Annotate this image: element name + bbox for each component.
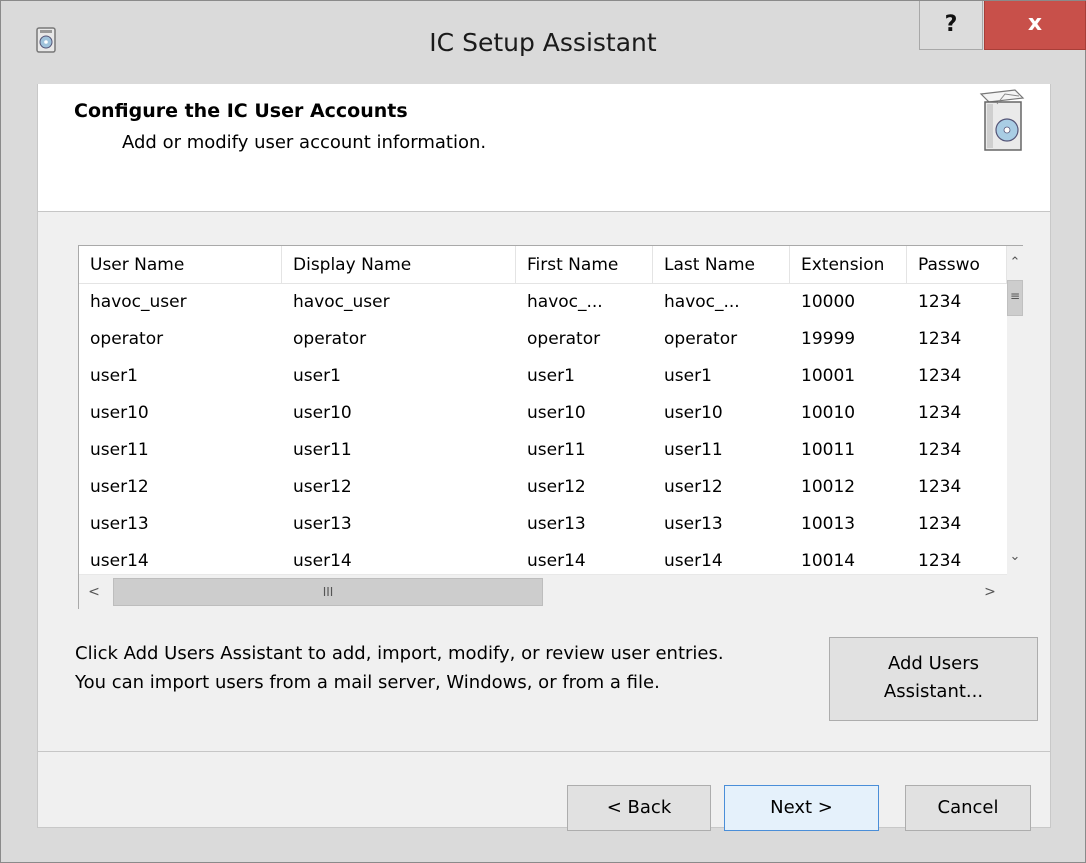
help-button[interactable]: ? (919, 1, 983, 50)
cell-display-name: havoc_user (293, 292, 390, 312)
table-row[interactable]: user14 user14 user14 user14 10014 1234 (79, 543, 1007, 574)
next-button[interactable]: Next > (724, 785, 879, 831)
cell-extension: 10012 (801, 477, 856, 497)
table-row[interactable]: user1 user1 user1 user1 10001 1234 (79, 358, 1007, 395)
cell-first-name: user13 (527, 514, 586, 534)
cell-password: 1234 (918, 403, 962, 423)
cell-user-name: user1 (90, 366, 138, 386)
close-button[interactable]: x (984, 1, 1086, 50)
cell-display-name: operator (293, 329, 367, 349)
wizard-page: Configure the IC User Accounts Add or mo… (37, 84, 1051, 828)
setup-box-icon (979, 89, 1025, 151)
table-row[interactable]: user13 user13 user13 user13 10013 1234 (79, 506, 1007, 543)
title-bar: IC Setup Assistant ? x (1, 1, 1086, 84)
scroll-right-icon[interactable]: > (973, 575, 1007, 609)
instructions-line-1: Click Add Users Assistant to add, import… (75, 643, 724, 664)
cell-extension: 10011 (801, 440, 856, 460)
cell-display-name: user13 (293, 514, 352, 534)
horizontal-scroll-thumb[interactable]: III (113, 578, 543, 606)
scrollbar-corner (1007, 574, 1023, 609)
cell-last-name: user11 (664, 440, 723, 460)
cell-user-name: user11 (90, 440, 149, 460)
button-bar (37, 752, 1051, 828)
cell-user-name: user12 (90, 477, 149, 497)
cell-last-name: operator (664, 329, 738, 349)
cell-password: 1234 (918, 366, 962, 386)
page-title: Configure the IC User Accounts (74, 100, 408, 122)
cell-display-name: user10 (293, 403, 352, 423)
cell-password: 1234 (918, 551, 962, 571)
column-display-name[interactable]: Display Name (282, 246, 516, 284)
cell-last-name: user1 (664, 366, 712, 386)
table-row[interactable]: havoc_user havoc_user havoc_... havoc_..… (79, 284, 1007, 321)
add-users-label-line-2: Assistant... (883, 681, 984, 702)
column-last-name[interactable]: Last Name (653, 246, 790, 284)
list-header: User Name Display Name First Name Last N… (79, 246, 1007, 284)
cell-password: 1234 (918, 477, 962, 497)
user-accounts-list[interactable]: User Name Display Name First Name Last N… (78, 245, 1023, 609)
cell-last-name: user14 (664, 551, 723, 571)
back-button[interactable]: < Back (567, 785, 711, 831)
table-row[interactable]: operator operator operator operator 1999… (79, 321, 1007, 358)
column-extension[interactable]: Extension (790, 246, 907, 284)
column-first-name[interactable]: First Name (516, 246, 653, 284)
table-row[interactable]: user11 user11 user11 user11 10011 1234 (79, 432, 1007, 469)
cell-password: 1234 (918, 329, 962, 349)
cell-user-name: user13 (90, 514, 149, 534)
cell-last-name: user10 (664, 403, 723, 423)
page-header: Configure the IC User Accounts Add or mo… (38, 84, 1050, 212)
cell-extension: 10014 (801, 551, 856, 571)
cell-extension: 10010 (801, 403, 856, 423)
cell-first-name: user11 (527, 440, 586, 460)
column-password[interactable]: Passwo (907, 246, 1007, 284)
add-users-label-line-1: Add Users (888, 653, 979, 674)
cell-first-name: operator (527, 329, 601, 349)
horizontal-scrollbar[interactable]: < III > (79, 574, 1007, 609)
cell-password: 1234 (918, 292, 962, 312)
cell-user-name: user14 (90, 551, 149, 571)
cell-extension: 19999 (801, 329, 856, 349)
cell-first-name: havoc_... (527, 292, 603, 312)
cell-user-name: havoc_user (90, 292, 187, 312)
scroll-left-icon[interactable]: < (79, 575, 109, 609)
cell-last-name: user13 (664, 514, 723, 534)
cell-extension: 10000 (801, 292, 856, 312)
add-users-assistant-button[interactable]: Add Users Assistant... (829, 637, 1038, 721)
cell-first-name: user10 (527, 403, 586, 423)
column-user-name[interactable]: User Name (79, 246, 282, 284)
cell-display-name: user14 (293, 551, 352, 571)
instructions-text: Click Add Users Assistant to add, import… (75, 639, 835, 697)
cell-first-name: user14 (527, 551, 586, 571)
table-row[interactable]: user12 user12 user12 user12 10012 1234 (79, 469, 1007, 506)
cell-last-name: user12 (664, 477, 723, 497)
instructions-line-2: You can import users from a mail server,… (75, 672, 660, 693)
cell-last-name: havoc_... (664, 292, 740, 312)
cell-display-name: user11 (293, 440, 352, 460)
table-row[interactable]: user10 user10 user10 user10 10010 1234 (79, 395, 1007, 432)
cell-user-name: operator (90, 329, 164, 349)
setup-window: IC Setup Assistant ? x Configure the IC … (0, 0, 1086, 863)
scroll-down-icon[interactable]: ⌄ (1007, 540, 1023, 574)
page-subtitle: Add or modify user account information. (122, 132, 487, 153)
cell-first-name: user1 (527, 366, 575, 386)
cell-display-name: user1 (293, 366, 341, 386)
cell-extension: 10001 (801, 366, 856, 386)
cell-extension: 10013 (801, 514, 856, 534)
vertical-scroll-thumb[interactable]: ≡ (1007, 280, 1023, 316)
cell-first-name: user12 (527, 477, 586, 497)
scroll-up-icon[interactable]: ⌃ (1007, 246, 1023, 280)
cell-password: 1234 (918, 440, 962, 460)
cell-password: 1234 (918, 514, 962, 534)
cell-user-name: user10 (90, 403, 149, 423)
cell-display-name: user12 (293, 477, 352, 497)
vertical-scrollbar[interactable]: ⌃ ≡ ⌄ (1007, 246, 1023, 574)
cancel-button[interactable]: Cancel (905, 785, 1031, 831)
list-body: havoc_user havoc_user havoc_... havoc_..… (79, 284, 1007, 574)
